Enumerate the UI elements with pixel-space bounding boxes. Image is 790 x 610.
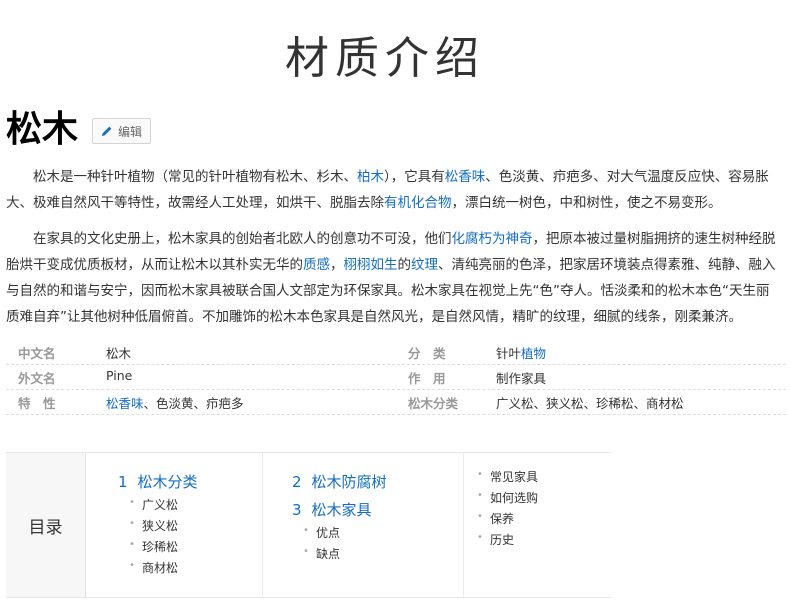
text-run: ，漂白统一树色，中和树性，使之不易变形。 xyxy=(451,195,722,211)
info-value-category: 针叶植物 xyxy=(496,343,546,362)
toc-sub-item[interactable]: 广义松 xyxy=(129,496,178,513)
info-row: 外文名 Pine 作 用 制作家具 xyxy=(6,365,786,390)
toc-sub-item[interactable]: 历史 xyxy=(477,531,514,548)
toc-column-3: 常见家具 如何选购 保养 历史 xyxy=(466,453,611,597)
inline-link[interactable]: 化腐朽为神奇 xyxy=(452,231,533,247)
intro-paragraph: 松木是一种针叶植物（常见的针叶植物有松木、杉木、柏木），它具有松香味、色淡黄、疖… xyxy=(6,164,782,216)
info-key-properties: 特 性 xyxy=(18,395,56,411)
inline-link[interactable]: 纹理 xyxy=(411,257,438,273)
info-value-chinese-name: 松木 xyxy=(106,343,131,362)
text-run: ， xyxy=(330,257,344,273)
toc-sub-item[interactable]: 狭义松 xyxy=(129,517,178,534)
info-value-foreign-name: Pine xyxy=(106,368,132,387)
entry-title: 松木 xyxy=(6,109,79,150)
text-run: ），它具有 xyxy=(384,169,445,185)
toc-column-1: 1 松木分类 广义松 狭义松 珍稀松 商材松 xyxy=(88,453,263,597)
toc-sub-item[interactable]: 保养 xyxy=(477,510,514,527)
inline-link[interactable]: 松香味 xyxy=(106,396,144,411)
toc-label: 目录 xyxy=(6,453,86,597)
toc-sub-item[interactable]: 优点 xyxy=(303,524,340,541)
toc-section-pine-types[interactable]: 1 松木分类 xyxy=(118,471,198,492)
info-key-pine-types: 松木分类 xyxy=(408,395,459,411)
inline-link[interactable]: 松香味 xyxy=(445,169,486,185)
info-value-properties: 松香味、色淡黄、疖疤多 xyxy=(106,393,244,412)
info-value-pine-types: 广义松、狭义松、珍稀松、商材松 xyxy=(496,393,684,412)
text-run: 、色淡黄、疖疤多 xyxy=(143,395,244,411)
toc-sub-item[interactable]: 商材松 xyxy=(129,559,178,576)
history-paragraph: 在家具的文化史册上，松木家具的创始者北欧人的创意功不可没，他们化腐朽为神奇，把原… xyxy=(6,226,782,330)
inline-link[interactable]: 栩栩如生 xyxy=(344,257,398,273)
basic-info-box: 中文名 松木 分 类 针叶植物 外文名 Pine 作 用 制作家具 特 性 松香… xyxy=(6,340,786,415)
title-row: 松木 编辑 xyxy=(6,108,152,152)
toc-section-title: 松木防腐树 xyxy=(311,473,387,491)
toc-sub-item[interactable]: 常见家具 xyxy=(477,468,538,485)
edit-button-label: 编辑 xyxy=(118,124,143,139)
toc-sub-item[interactable]: 如何选购 xyxy=(477,489,538,506)
inline-link[interactable]: 质感 xyxy=(303,257,330,273)
toc-section-number: 2 xyxy=(292,473,302,491)
text-run: 制作家具 xyxy=(496,370,547,386)
pencil-icon xyxy=(102,126,112,136)
page-banner: 材质介绍 xyxy=(285,33,485,84)
inline-link[interactable]: 植物 xyxy=(521,346,546,361)
toc-section-title: 松木家具 xyxy=(311,501,372,519)
inline-link[interactable]: 柏木 xyxy=(357,169,384,185)
toc-column-2: 2 松木防腐树 3 松木家具 优点 缺点 xyxy=(264,453,464,597)
inline-link[interactable]: 有机化合物 xyxy=(384,195,452,211)
toc-section-number: 1 xyxy=(118,473,128,491)
text-run: 广义松、狭义松、珍稀松、商材松 xyxy=(496,395,684,411)
text-run: 松木 xyxy=(106,345,132,361)
info-key-category: 分 类 xyxy=(408,345,446,361)
text-run: 的 xyxy=(397,257,412,273)
edit-button[interactable]: 编辑 xyxy=(92,118,152,144)
info-key-foreign-name: 外文名 xyxy=(18,370,56,386)
text-run: Pine xyxy=(106,367,133,383)
toc-section-pine-furniture[interactable]: 3 松木家具 xyxy=(292,499,372,520)
toc-section-title: 松木分类 xyxy=(137,473,198,491)
text-run: 松木是一种针叶植物（常见的针叶植物有松木、杉木、 xyxy=(33,169,357,185)
info-key-chinese-name: 中文名 xyxy=(18,345,56,361)
text-run: 针叶 xyxy=(496,345,522,361)
info-row: 特 性 松香味、色淡黄、疖疤多 松木分类 广义松、狭义松、珍稀松、商材松 xyxy=(6,390,786,415)
text-run: 在家具的文化史册上，松木家具的创始者北欧人的创意功不可没，他们 xyxy=(33,231,452,247)
toc-section-pine-preservative[interactable]: 2 松木防腐树 xyxy=(292,471,387,492)
table-of-contents: 目录 1 松木分类 广义松 狭义松 珍稀松 商材松 2 松木防腐树 3 松木家具 优点… xyxy=(6,452,611,598)
info-value-usage: 制作家具 xyxy=(496,368,546,387)
info-key-usage: 作 用 xyxy=(408,370,446,386)
info-row: 中文名 松木 分 类 针叶植物 xyxy=(6,340,786,365)
toc-sub-item[interactable]: 珍稀松 xyxy=(129,538,178,555)
toc-section-number: 3 xyxy=(292,501,302,519)
toc-sub-item[interactable]: 缺点 xyxy=(303,545,340,562)
